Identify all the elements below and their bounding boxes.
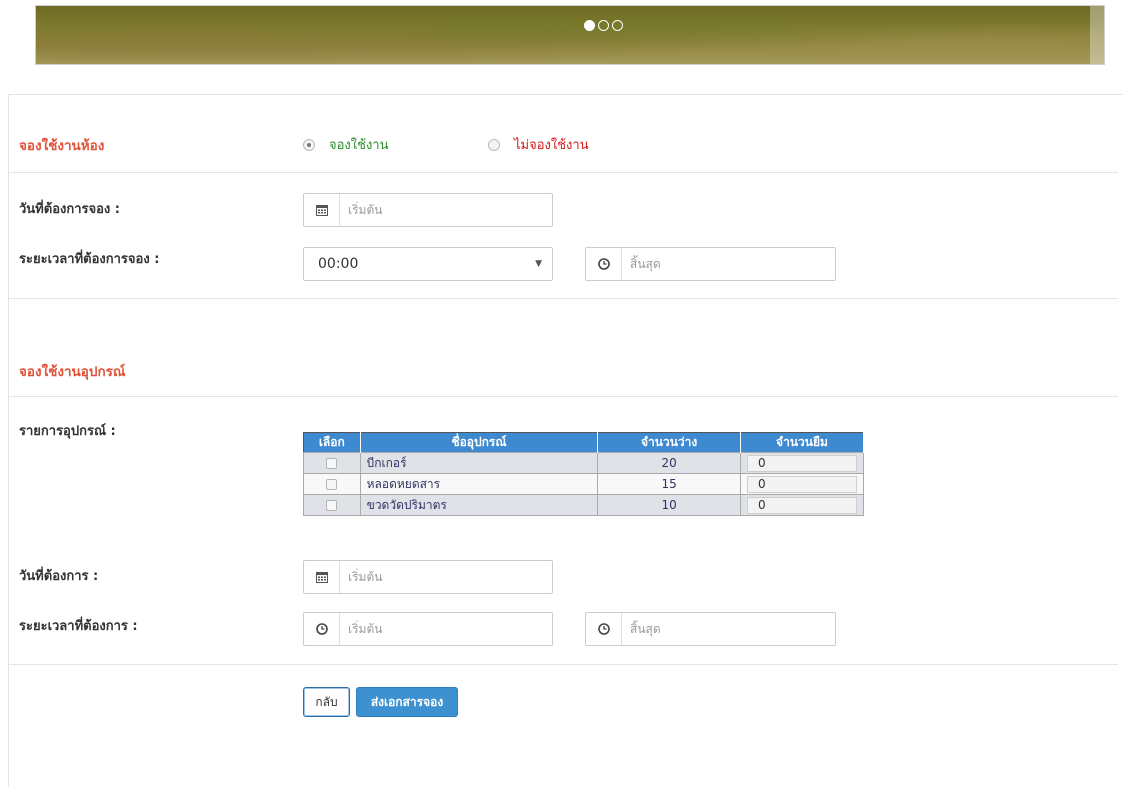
radio-reserve-label: จองใช้งาน bbox=[329, 138, 389, 153]
carousel-indicators bbox=[584, 20, 623, 34]
borrow-cell bbox=[739, 452, 865, 474]
table-row: ขวดวัดปริมาตร 10 bbox=[303, 494, 865, 516]
chevron-down-icon: ▼ bbox=[535, 259, 542, 269]
clock-icon bbox=[586, 248, 622, 280]
equipment-table: เลือก ชื่ออุปกรณ์ จำนวนว่าง จำนวนยืม บีก… bbox=[303, 432, 865, 516]
room-start-time-select[interactable]: 00:00 ▼ bbox=[303, 247, 553, 281]
equipment-date-field[interactable] bbox=[340, 561, 552, 593]
row-select-cell bbox=[303, 452, 361, 474]
row-checkbox[interactable] bbox=[326, 458, 338, 469]
table-row: หลอดหยดสาร 15 bbox=[303, 473, 865, 495]
equipment-name: หลอดหยดสาร bbox=[359, 473, 599, 495]
radio-reserve[interactable]: จองใช้งาน bbox=[303, 134, 388, 155]
room-section-title: จองใช้งานห้อง bbox=[19, 138, 105, 154]
banner-edge-shade bbox=[1090, 6, 1104, 64]
equipment-time-label: ระยะเวลาที่ต้องการ : bbox=[19, 619, 138, 634]
header-equipment-name: ชื่ออุปกรณ์ bbox=[360, 432, 599, 453]
divider bbox=[8, 664, 1118, 665]
equipment-section-title: จองใช้งานอุปกรณ์ bbox=[19, 364, 126, 380]
equipment-end-time-input-group[interactable] bbox=[585, 612, 836, 646]
clock-icon bbox=[586, 613, 622, 645]
borrow-quantity-input[interactable] bbox=[746, 475, 857, 493]
room-start-time-value: 00:00 bbox=[318, 256, 359, 272]
room-end-time-field[interactable] bbox=[622, 248, 835, 280]
equipment-name: ขวดวัดปริมาตร bbox=[359, 494, 599, 516]
equipment-start-time-field[interactable] bbox=[340, 613, 552, 645]
available-count: 15 bbox=[597, 473, 741, 495]
room-date-input-group[interactable] bbox=[303, 193, 553, 227]
carousel-dot-3[interactable] bbox=[612, 20, 623, 31]
carousel-banner bbox=[35, 5, 1105, 65]
equipment-list-label: รายการอุปกรณ์ : bbox=[19, 424, 116, 439]
borrow-cell bbox=[739, 473, 865, 495]
equipment-start-time-input-group[interactable] bbox=[303, 612, 553, 646]
radio-not-reserve-label: ไม่จองใช้งาน bbox=[514, 138, 589, 153]
room-date-label: วันที่ต้องการจอง : bbox=[19, 202, 121, 217]
carousel-dot-2[interactable] bbox=[598, 20, 609, 31]
equipment-date-input-group[interactable] bbox=[303, 560, 553, 594]
equipment-end-time-field[interactable] bbox=[622, 613, 835, 645]
row-select-cell bbox=[303, 473, 361, 495]
header-available: จำนวนว่าง bbox=[597, 432, 741, 453]
divider bbox=[8, 396, 1118, 397]
table-header-row: เลือก ชื่ออุปกรณ์ จำนวนว่าง จำนวนยืม bbox=[303, 432, 865, 453]
submit-booking-button[interactable]: ส่งเอกสารจอง bbox=[356, 687, 458, 717]
equipment-name: บีกเกอร์ bbox=[359, 452, 599, 474]
room-date-field[interactable] bbox=[340, 194, 552, 226]
carousel-dot-1[interactable] bbox=[584, 20, 595, 31]
radio-not-reserve-circle[interactable] bbox=[488, 138, 500, 151]
calendar-icon bbox=[304, 561, 340, 593]
divider bbox=[8, 298, 1118, 299]
table-row: บีกเกอร์ 20 bbox=[303, 452, 865, 474]
row-select-cell bbox=[303, 494, 361, 516]
borrow-quantity-input[interactable] bbox=[746, 454, 857, 472]
header-select: เลือก bbox=[303, 432, 361, 453]
available-count: 20 bbox=[597, 452, 741, 474]
row-checkbox[interactable] bbox=[326, 500, 338, 511]
borrow-cell bbox=[739, 494, 865, 516]
calendar-icon bbox=[304, 194, 340, 226]
clock-icon bbox=[304, 613, 340, 645]
room-time-label: ระยะเวลาที่ต้องการจอง : bbox=[19, 252, 160, 267]
back-button[interactable]: กลับ bbox=[303, 687, 350, 717]
room-end-time-input-group[interactable] bbox=[585, 247, 836, 281]
divider bbox=[8, 172, 1118, 173]
available-count: 10 bbox=[597, 494, 741, 516]
radio-not-reserve[interactable]: ไม่จองใช้งาน bbox=[488, 134, 589, 155]
row-checkbox[interactable] bbox=[326, 479, 338, 490]
borrow-quantity-input[interactable] bbox=[746, 496, 857, 514]
header-borrow: จำนวนยืม bbox=[740, 432, 865, 453]
radio-reserve-circle[interactable] bbox=[303, 138, 315, 151]
equipment-date-label: วันที่ต้องการ : bbox=[19, 569, 99, 584]
